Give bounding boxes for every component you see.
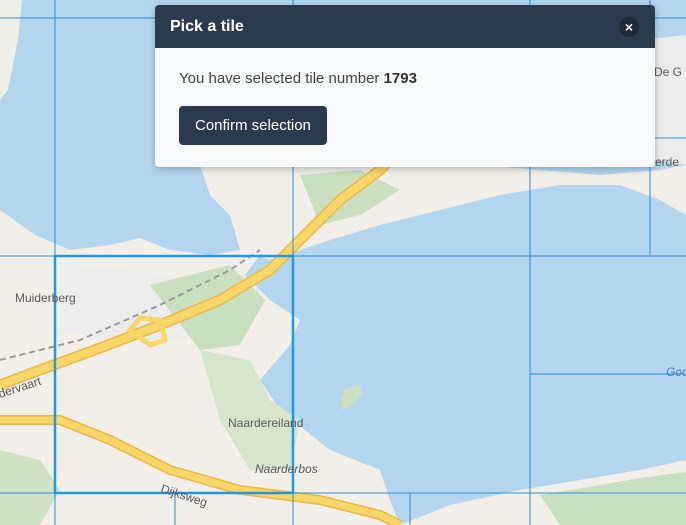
map-label-naarderbos: Naarderbos xyxy=(255,462,318,476)
map-label-naardereiland: Naardereiland xyxy=(228,416,303,430)
selection-message: You have selected tile number 1793 xyxy=(179,70,631,87)
pick-tile-popup: Pick a tile × You have selected tile num… xyxy=(155,5,655,167)
tile-number: 1793 xyxy=(383,70,417,87)
selection-message-text: You have selected tile number xyxy=(179,70,384,87)
popup-body: You have selected tile number 1793 Confi… xyxy=(155,48,655,167)
map-label-de-g: De G xyxy=(654,65,682,79)
map-label-erde: erde xyxy=(655,155,679,169)
popup-title: Pick a tile xyxy=(170,17,244,35)
popup-header: Pick a tile × xyxy=(155,5,655,48)
close-button[interactable]: × xyxy=(619,17,639,37)
map-label-gooi: Goo xyxy=(666,365,686,379)
map-label-muiderberg: Muiderberg xyxy=(15,291,76,305)
confirm-selection-button[interactable]: Confirm selection xyxy=(179,106,327,145)
close-icon: × xyxy=(624,19,634,35)
